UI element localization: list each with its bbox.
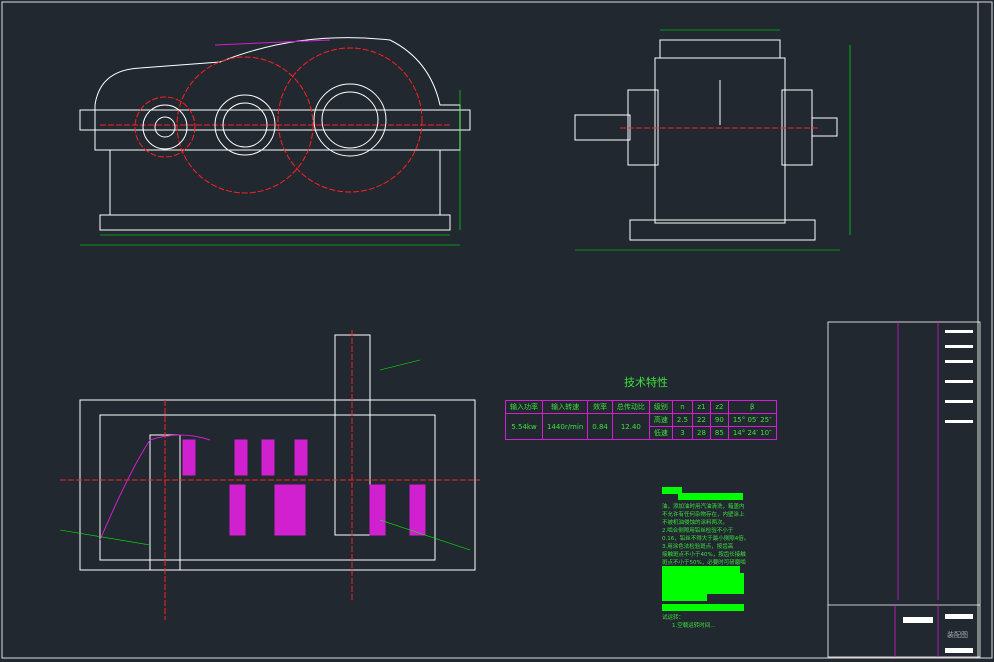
module: 3 <box>671 426 694 440</box>
header-cell: n <box>671 400 694 414</box>
header-cell: 输入转速 <box>541 400 589 414</box>
table-header-row: 输入功率 输入转速 效率 总传动比 级别 n z1 z2 β <box>505 400 777 414</box>
header-cell: 级别 <box>648 400 673 414</box>
z1: 22 <box>692 413 711 427</box>
drawing-name: 装配图 <box>947 631 968 639</box>
front-view <box>79 37 471 246</box>
header-cell: 效率 <box>587 400 613 414</box>
note-line: 不允许有任何杂物存在，内壁涂上 <box>662 512 745 518</box>
note-line: 3.用涂色法检验斑点，按齿高 <box>662 544 734 550</box>
header-cell: z2 <box>709 400 729 414</box>
header-cell: 总传动比 <box>611 400 650 414</box>
table-row: 5.54kw 1440r/min 0.84 12.40 高速 2.5 22 90… <box>505 413 777 440</box>
highlight-bar <box>662 587 744 594</box>
tech-characteristics-table: 输入功率 输入转速 效率 总传动比 级别 n z1 z2 β 5.54kw 14… <box>505 400 777 440</box>
input-power: 5.54kw <box>505 413 543 440</box>
highlight-bar <box>662 604 744 611</box>
efficiency: 0.84 <box>587 413 613 440</box>
note-line: 2.啮合侧隙用铅丝检验不小于 <box>662 528 734 534</box>
beta: 14° 24′ 10″ <box>727 426 777 440</box>
highlight-bar <box>662 580 744 587</box>
header-cell: β <box>727 400 777 414</box>
top-view <box>59 330 480 620</box>
z2: 85 <box>709 426 729 440</box>
note-line: 试运转： <box>662 615 685 621</box>
highlight-bar <box>662 566 740 573</box>
header-cell: 输入功率 <box>505 400 543 414</box>
stage: 高速 <box>648 413 673 427</box>
note-line: 1.空载运转时间... <box>672 623 716 629</box>
z1: 28 <box>692 426 711 440</box>
z2: 90 <box>709 413 729 427</box>
note-line: 不被机油侵蚀的涂料两次。 <box>662 520 729 526</box>
side-view <box>574 29 851 251</box>
highlight-bar <box>662 573 744 580</box>
module: 2.5 <box>671 413 694 427</box>
header-cell: z1 <box>692 400 711 414</box>
total-ratio: 12.40 <box>611 413 650 440</box>
stage: 低速 <box>648 426 673 440</box>
beta: 15° 05′ 25″ <box>727 413 777 427</box>
cad-drawing <box>1 1 993 659</box>
note-line: 油，添加油时用汽油清洗，箱盖内 <box>662 504 745 510</box>
tech-characteristics-title: 技术特性 <box>624 376 668 389</box>
input-speed: 1440r/min <box>541 413 589 440</box>
highlight-bar <box>662 594 707 601</box>
highlight-bar <box>678 493 743 500</box>
note-line: 0.16，铅丝不得大于最小侧隙4倍。 <box>662 536 750 542</box>
note-line: 接触斑点不小于40%，按齿长接触 <box>662 552 746 558</box>
title-block <box>827 321 981 658</box>
